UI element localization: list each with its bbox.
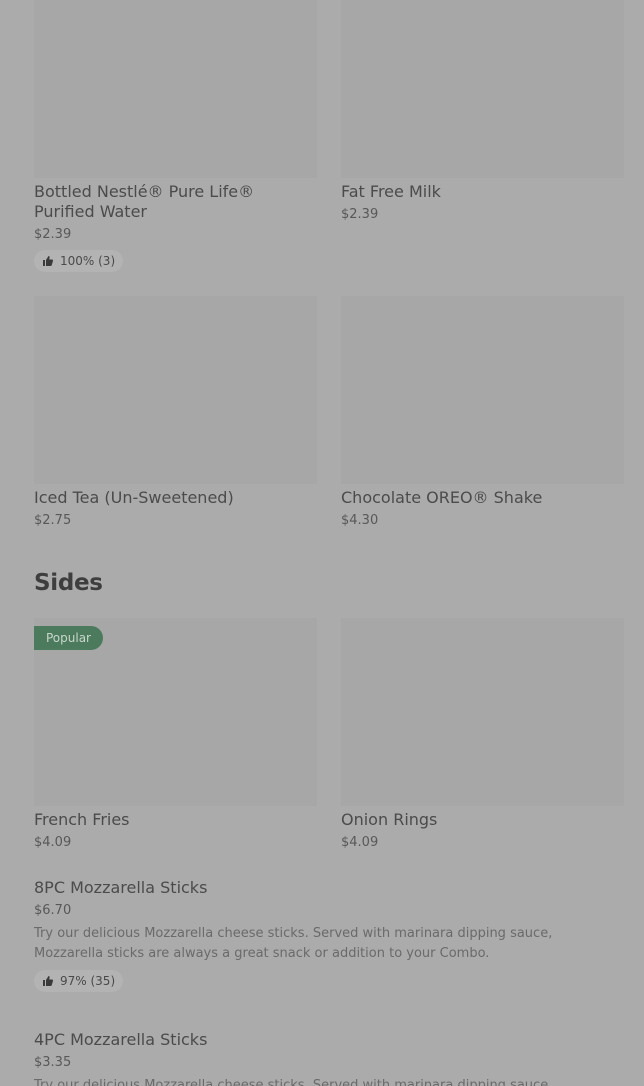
item-name: Iced Tea (Un-Sweetened): [34, 488, 234, 507]
menu-page: Bottled Nestlé® Pure Life® Purified Wate…: [0, 0, 644, 1086]
menu-item-card[interactable]: Bottled Nestlé® Pure Life® Purified Wate…: [34, 0, 317, 272]
item-price: $6.70: [34, 903, 72, 918]
item-image[interactable]: Popular: [34, 618, 317, 806]
rating-text: 97% (35): [60, 974, 116, 988]
thumbs-up-icon: [43, 256, 54, 266]
menu-item-card[interactable]: Fat Free Milk $2.39: [341, 0, 624, 224]
item-price: $4.09: [341, 835, 379, 850]
item-price: $2.75: [34, 513, 72, 528]
thumbs-up-icon: [43, 976, 54, 986]
item-price: $2.39: [341, 207, 379, 222]
item-image[interactable]: [341, 296, 624, 484]
rating-text: 100% (3): [60, 254, 116, 268]
item-image[interactable]: [34, 296, 317, 484]
item-name: Onion Rings: [341, 810, 438, 829]
item-name: Bottled Nestlé® Pure Life® Purified Wate…: [34, 182, 255, 221]
item-name: Fat Free Milk: [341, 182, 441, 201]
item-description: Try our delicious Mozzarella cheese stic…: [34, 926, 553, 961]
item-name: 8PC Mozzarella Sticks: [34, 878, 208, 897]
rating-badge: 97% (35): [34, 970, 124, 992]
item-price: $4.09: [34, 835, 72, 850]
item-image[interactable]: [341, 0, 624, 178]
item-image[interactable]: [34, 0, 317, 178]
menu-item-card[interactable]: Popular French Fries $4.09: [34, 618, 317, 852]
menu-list-item[interactable]: 8PC Mozzarella Sticks $6.70 Try our deli…: [34, 874, 594, 992]
popular-badge: Popular: [34, 626, 103, 650]
menu-item-card[interactable]: Onion Rings $4.09: [341, 618, 624, 852]
item-name: 4PC Mozzarella Sticks: [34, 1030, 208, 1049]
item-price: $4.30: [341, 513, 379, 528]
rating-badge: 100% (3): [34, 250, 124, 272]
menu-list-item[interactable]: 4PC Mozzarella Sticks $3.35 Try our deli…: [34, 1026, 594, 1086]
item-description: Try our delicious Mozzarella cheese stic…: [34, 1078, 553, 1086]
item-name: French Fries: [34, 810, 130, 829]
menu-item-card[interactable]: Iced Tea (Un-Sweetened) $2.75: [34, 296, 317, 530]
menu-item-card[interactable]: Chocolate OREO® Shake $4.30: [341, 296, 624, 530]
section-title-sides: Sides: [34, 570, 103, 596]
item-image[interactable]: [341, 618, 624, 806]
item-price: $2.39: [34, 227, 72, 242]
item-name: Chocolate OREO® Shake: [341, 488, 543, 507]
item-price: $3.35: [34, 1055, 72, 1070]
